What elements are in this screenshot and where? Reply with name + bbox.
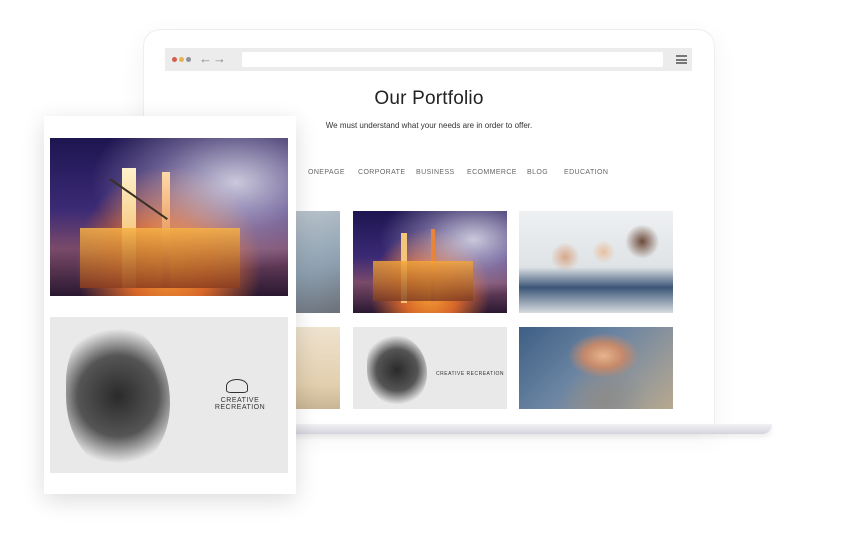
card-image-creative-recreation[interactable]: CREATIVE RECREATION — [50, 317, 288, 473]
page-title: Our Portfolio — [374, 88, 484, 109]
portfolio-thumb-team-meeting[interactable] — [519, 211, 673, 313]
portfolio-thumb-creative-recreation[interactable]: CREATIVE RECREATION — [353, 327, 507, 409]
window-maximize-dot[interactable] — [186, 57, 191, 62]
filter-blog[interactable]: BLOG — [527, 169, 548, 176]
back-arrow-icon[interactable]: ← — [199, 51, 212, 67]
filter-business[interactable]: BUSINESS — [416, 169, 455, 176]
url-bar[interactable] — [242, 52, 663, 67]
portfolio-thumb-kid-airplane[interactable] — [519, 327, 673, 409]
filter-education[interactable]: EDUCATION — [564, 169, 608, 176]
browser-toolbar: ← → — [165, 48, 692, 71]
card-image-industrial-plant[interactable] — [50, 138, 288, 296]
brand-text-small: CREATIVE RECREATION — [436, 371, 504, 377]
window-close-dot[interactable] — [172, 57, 177, 62]
brand-logo-icon — [226, 379, 248, 393]
dancer-splash-image — [367, 335, 427, 405]
portfolio-thumb-industrial-plant[interactable] — [353, 211, 507, 313]
filter-corporate[interactable]: CORPORATE — [358, 169, 405, 176]
mobile-preview-card: CREATIVE RECREATION — [44, 116, 296, 494]
filter-ecommerce[interactable]: ECOMMERCE — [467, 169, 517, 176]
forward-arrow-icon[interactable]: → — [213, 51, 226, 67]
portfolio-thumb-sky[interactable] — [296, 211, 340, 313]
dancer-splash-image — [66, 323, 170, 469]
hamburger-menu-icon[interactable] — [676, 55, 687, 64]
portfolio-thumb-sand[interactable] — [296, 327, 340, 409]
brand-text: CREATIVE RECREATION — [214, 397, 266, 411]
window-minimize-dot[interactable] — [179, 57, 184, 62]
filter-onepage[interactable]: ONEPAGE — [308, 169, 345, 176]
